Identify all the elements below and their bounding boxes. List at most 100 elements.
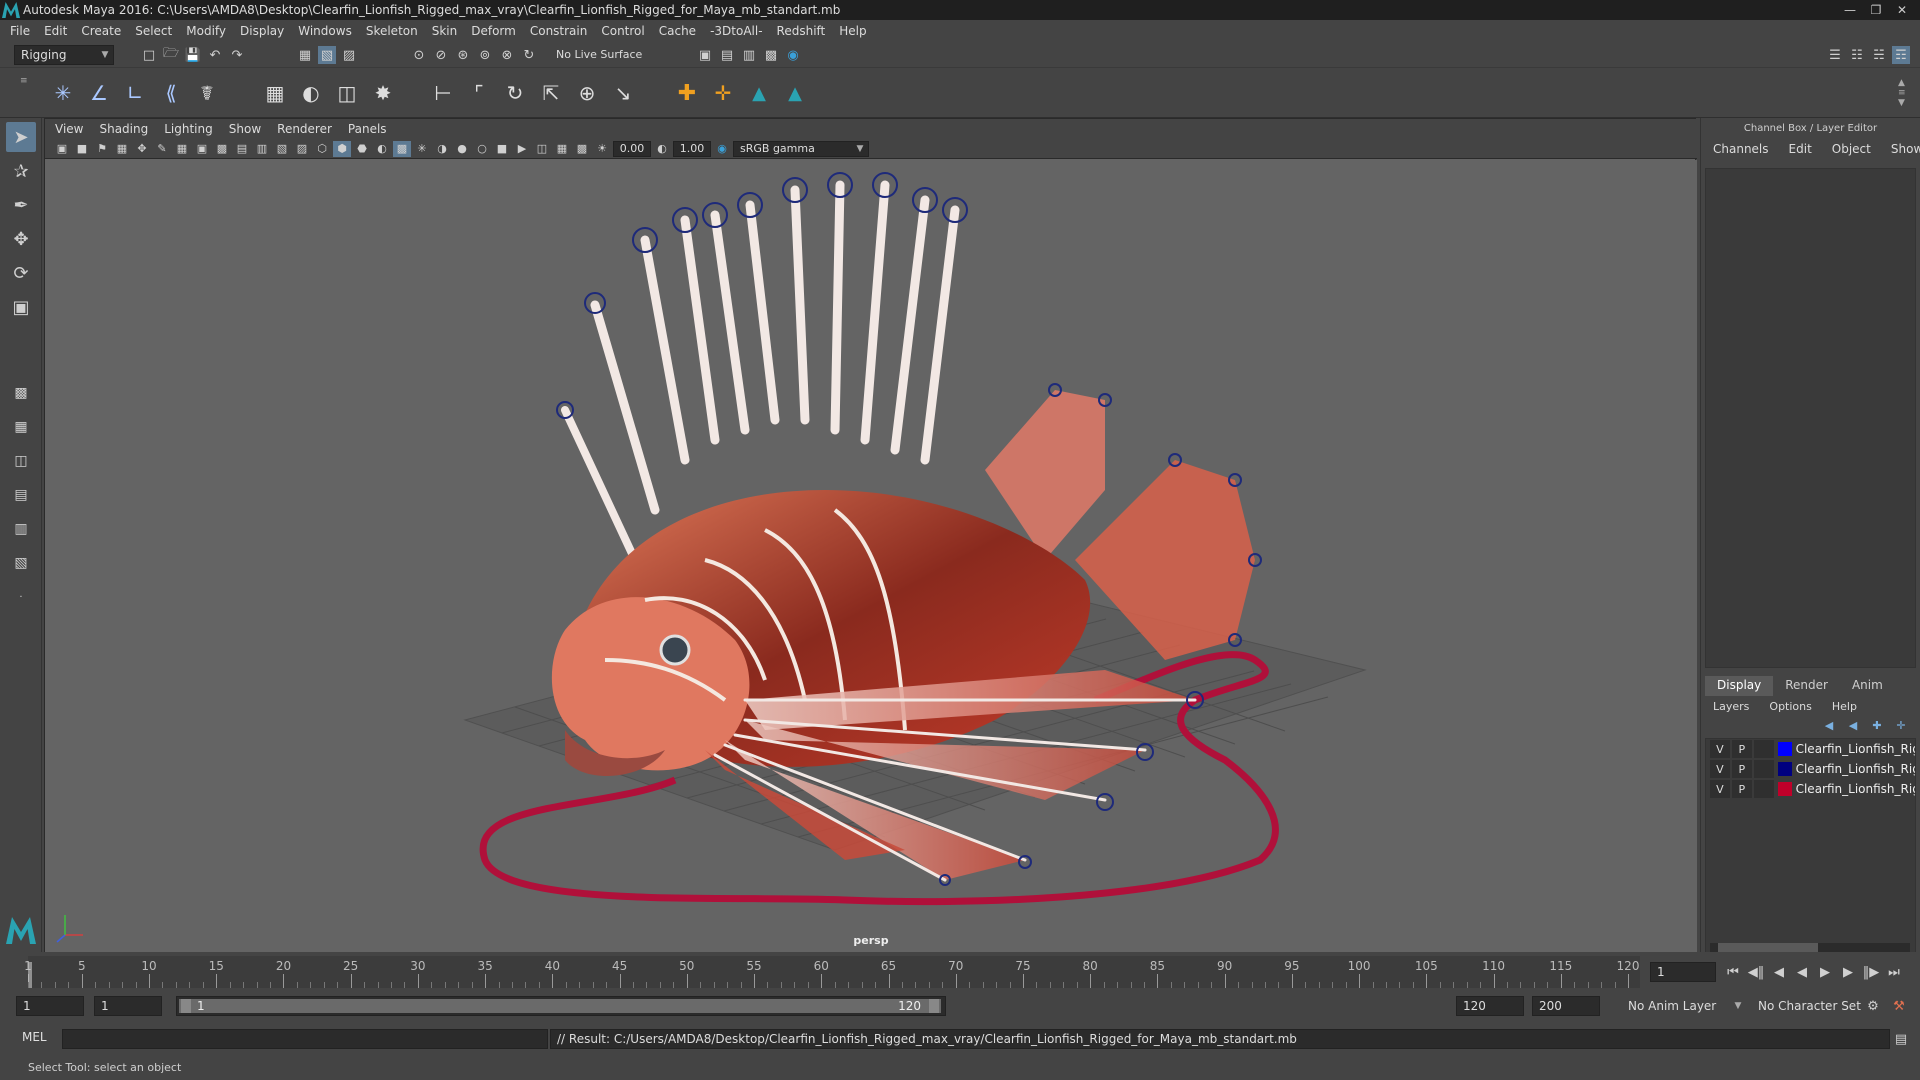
- play-forwards-icon[interactable]: ▶: [1816, 963, 1834, 981]
- range-bar-thumb[interactable]: 1 120: [179, 999, 941, 1013]
- minimize-icon[interactable]: —: [1840, 3, 1860, 17]
- auto-key-icon[interactable]: ⚙: [1864, 997, 1882, 1015]
- use-all-lights-icon[interactable]: ✳: [413, 141, 431, 157]
- command-input[interactable]: [62, 1029, 548, 1049]
- render-view-icon[interactable]: ▩: [762, 46, 780, 64]
- persp-outliner-layout-icon[interactable]: ◫: [6, 446, 36, 476]
- panel-menu-panels[interactable]: Panels: [348, 122, 387, 136]
- channel-box-body[interactable]: [1705, 168, 1916, 668]
- script-icon-1[interactable]: ▲: [746, 80, 772, 106]
- panel-menu-view[interactable]: View: [55, 122, 83, 136]
- mirror-joint-icon[interactable]: ∟: [122, 80, 148, 106]
- redo-icon[interactable]: ↷: [228, 46, 246, 64]
- persp-graph-layout-icon[interactable]: ▤: [6, 480, 36, 510]
- menu-modify[interactable]: Modify: [186, 24, 226, 38]
- menu-help[interactable]: Help: [839, 24, 866, 38]
- script-language-toggle[interactable]: MEL: [22, 1030, 47, 1044]
- wireframe-icon[interactable]: ⬡: [313, 141, 331, 157]
- grease-pencil-icon[interactable]: ✎: [153, 141, 171, 157]
- tab-anim[interactable]: Anim: [1840, 676, 1895, 696]
- layer-playback-toggle[interactable]: P: [1731, 780, 1752, 798]
- range-end-handle[interactable]: [929, 999, 939, 1013]
- time-ruler[interactable]: 1 51015202530354045505560657075808590951…: [24, 956, 1640, 988]
- layer-name[interactable]: Clearfin_Lionfish_Rigg: [1796, 742, 1915, 756]
- go-to-end-icon[interactable]: ⏭: [1885, 963, 1903, 981]
- paint-select-tool-icon[interactable]: ✒: [6, 190, 36, 220]
- menu-deform[interactable]: Deform: [471, 24, 516, 38]
- menu-constrain[interactable]: Constrain: [530, 24, 588, 38]
- exposure-field[interactable]: 0.00: [613, 140, 651, 157]
- select-component-icon[interactable]: ▨: [340, 46, 358, 64]
- close-icon[interactable]: ✕: [1892, 3, 1912, 17]
- panel-menu-renderer[interactable]: Renderer: [277, 122, 332, 136]
- screen-space-ao-icon[interactable]: ●: [453, 141, 471, 157]
- aim-constraint-icon[interactable]: ⊕: [574, 80, 600, 106]
- menu-skeleton[interactable]: Skeleton: [366, 24, 418, 38]
- snap-view-icon[interactable]: ⊚: [476, 46, 494, 64]
- layer-row[interactable]: V P Clearfin_Lionfish_Rigg: [1706, 739, 1915, 759]
- four-view-layout-icon[interactable]: ▦: [6, 412, 36, 442]
- lattice-icon[interactable]: ◫: [334, 80, 360, 106]
- orient-constraint-icon[interactable]: ↻: [502, 80, 528, 106]
- camera-attributes-icon[interactable]: ■: [73, 141, 91, 157]
- default-material-icon[interactable]: ◐: [373, 141, 391, 157]
- tab-render[interactable]: Render: [1773, 676, 1840, 696]
- select-hierarchy-icon[interactable]: ▦: [296, 46, 314, 64]
- layer-color-swatch[interactable]: [1777, 782, 1792, 796]
- scale-tool-icon[interactable]: ▣: [6, 292, 36, 322]
- xray-components-icon[interactable]: ▩: [573, 141, 591, 157]
- xray-joints-icon[interactable]: ▦: [553, 141, 571, 157]
- hypershade-icon[interactable]: ◉: [784, 46, 802, 64]
- menu-cache[interactable]: Cache: [659, 24, 696, 38]
- character-set-dropdown[interactable]: No Character Set: [1752, 996, 1864, 1016]
- outliner-layout-icon[interactable]: ▧: [6, 548, 36, 578]
- film-gate-icon[interactable]: ▣: [193, 141, 211, 157]
- single-perspective-layout-icon[interactable]: ▩: [6, 378, 36, 408]
- channel-box-icon[interactable]: ☶: [1892, 46, 1910, 64]
- ik-handle-icon[interactable]: ☤: [194, 80, 220, 106]
- parent-constraint-icon[interactable]: ⊢: [430, 80, 456, 106]
- select-tool-icon[interactable]: ➤: [6, 122, 36, 152]
- insert-joint-icon[interactable]: ∠: [86, 80, 112, 106]
- attribute-editor-icon[interactable]: ☷: [1848, 46, 1866, 64]
- layer-display-type[interactable]: [1753, 780, 1774, 798]
- field-chart-icon[interactable]: ▥: [253, 141, 271, 157]
- move-tool-icon[interactable]: ✥: [6, 224, 36, 254]
- step-forward-frame-icon[interactable]: ‖▶: [1862, 963, 1880, 981]
- layer-row[interactable]: V P Clearfin_Lionfish_Rigg: [1706, 779, 1915, 799]
- cluster-icon[interactable]: ✸: [370, 80, 396, 106]
- cb-menu-show[interactable]: Show: [1891, 142, 1920, 156]
- point-constraint-icon[interactable]: ⌜: [466, 80, 492, 106]
- layer-menu-options[interactable]: Options: [1769, 700, 1811, 713]
- snap-grid-icon[interactable]: ⊙: [410, 46, 428, 64]
- playback-start-field[interactable]: 1: [94, 996, 162, 1016]
- anti-aliasing-icon[interactable]: ■: [493, 141, 511, 157]
- range-start-handle[interactable]: [181, 999, 191, 1013]
- move-layer-down-icon[interactable]: ◀: [1844, 716, 1862, 734]
- safe-action-icon[interactable]: ▧: [273, 141, 291, 157]
- menu-create[interactable]: Create: [81, 24, 121, 38]
- menu-3dtoall[interactable]: -3DtoAll-: [710, 24, 762, 38]
- select-camera-icon[interactable]: ▣: [53, 141, 71, 157]
- motion-blur-icon[interactable]: ○: [473, 141, 491, 157]
- move-layer-up-icon[interactable]: ◀: [1820, 716, 1838, 734]
- new-layer-selected-icon[interactable]: ✛: [1892, 716, 1910, 734]
- isolate-select-icon[interactable]: ▶: [513, 141, 531, 157]
- layer-color-swatch[interactable]: [1777, 742, 1792, 756]
- modeling-toolkit-icon[interactable]: ☰: [1826, 46, 1844, 64]
- two-d-pan-icon[interactable]: ✥: [133, 141, 151, 157]
- panel-menu-lighting[interactable]: Lighting: [164, 122, 213, 136]
- custom-layout-icon[interactable]: ·: [6, 582, 36, 612]
- script-editor-icon[interactable]: ▤: [1892, 1030, 1910, 1048]
- menu-select[interactable]: Select: [135, 24, 172, 38]
- live-surface-label[interactable]: No Live Surface: [556, 48, 642, 61]
- snap-surface-icon[interactable]: ⊗: [498, 46, 516, 64]
- gate-mask-icon[interactable]: ▤: [233, 141, 251, 157]
- select-object-icon[interactable]: ▧: [318, 46, 336, 64]
- locator-joint-icon[interactable]: ✛: [710, 80, 736, 106]
- image-plane-icon[interactable]: ▦: [113, 141, 131, 157]
- pole-vector-icon[interactable]: ↘: [610, 80, 636, 106]
- joint-tool-icon[interactable]: ✳: [50, 80, 76, 106]
- viewport-scene[interactable]: persp: [45, 160, 1697, 953]
- cb-menu-channels[interactable]: Channels: [1713, 142, 1769, 156]
